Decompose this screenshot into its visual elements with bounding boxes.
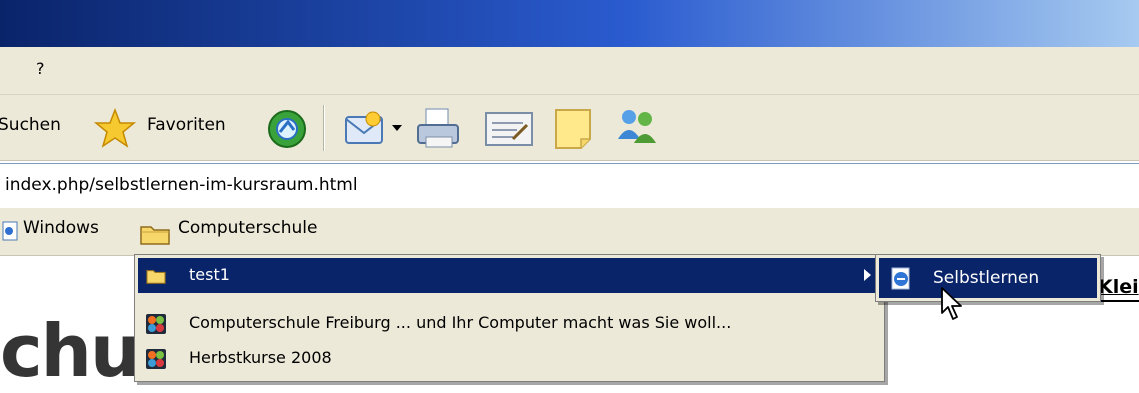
title-bar [0,0,1139,47]
ie-page-icon [891,267,910,290]
joomla-icon [146,349,166,369]
menu-help[interactable]: ? [36,59,45,78]
menu-item-test1[interactable]: test1 [138,258,881,293]
search-button[interactable]: Suchen [0,115,61,135]
link-windows[interactable]: Windows [23,218,99,238]
context-menu: test1 Computerschule Freiburg ... und Ih… [134,254,885,382]
toolbar: Suchen Favoriten [0,95,1139,161]
folder-icon [146,270,166,284]
menu-item-herbstkurse-2008[interactable]: Herbstkurse 2008 [138,341,881,376]
links-bar: Windows Computerschule [0,208,1139,256]
note-icon[interactable] [553,107,593,151]
media-icon[interactable] [266,108,308,150]
submenu-arrow-icon [864,269,871,281]
submenu-item-label: Selbstlernen [933,268,1040,288]
print-icon[interactable] [414,107,464,151]
joomla-icon [146,314,166,334]
menu-bar: ? [0,47,1139,95]
page-link-text[interactable]: Klei [1098,276,1139,298]
mail-icon[interactable] [343,109,387,149]
page-icon [2,221,18,241]
submenu: Selbstlernen [875,254,1101,302]
link-computerschule[interactable]: Computerschule [178,218,317,238]
messenger-icon[interactable] [613,107,661,147]
menu-item-label: test1 [189,265,230,284]
site-logo-text: chu [0,309,141,393]
favorites-button[interactable]: Favoriten [147,115,226,135]
submenu-item-selbstlernen[interactable]: Selbstlernen [879,258,1097,298]
folder-icon [140,226,170,245]
edit-icon[interactable] [483,109,535,149]
chevron-down-icon[interactable] [392,125,402,133]
menu-item-computerschule-freiburg[interactable]: Computerschule Freiburg ... und Ihr Comp… [138,306,881,341]
toolbar-separator [323,105,325,151]
mouse-cursor-icon [941,287,962,320]
star-icon[interactable] [93,108,137,150]
address-input[interactable]: index.php/selbstlernen-im-kursraum.html [5,175,358,195]
menu-item-label: Computerschule Freiburg ... und Ihr Comp… [189,313,732,332]
address-bar[interactable]: index.php/selbstlernen-im-kursraum.html [0,163,1139,209]
menu-item-label: Herbstkurse 2008 [189,348,332,367]
